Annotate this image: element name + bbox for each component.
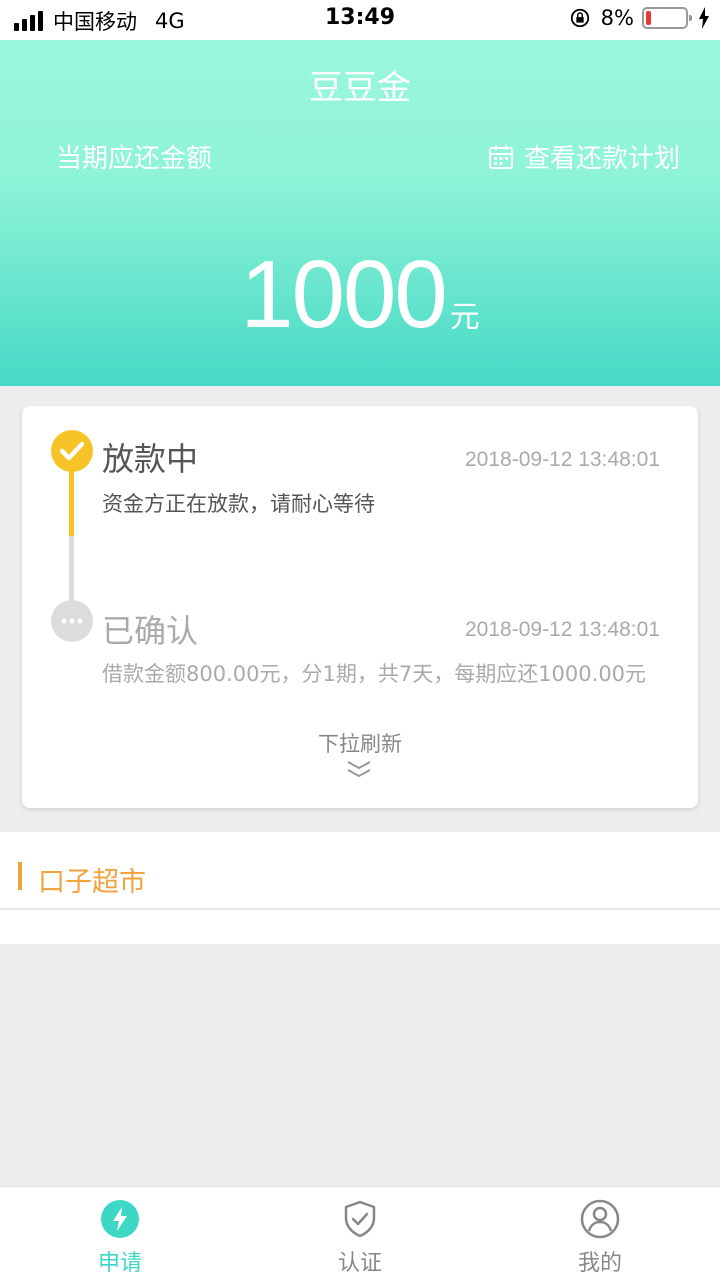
repayment-header: 豆豆金 当期应还金额 查看还款计划 1000 元 <box>0 40 720 386</box>
step-title: 已确认 <box>102 612 199 650</box>
step-status-dot-done <box>51 600 93 642</box>
due-amount-unit: 元 <box>449 300 480 335</box>
step-description: 借款金额800.00元，分1期，共7天，每期应还1000.00元 <box>102 662 647 686</box>
tab-verify[interactable]: 认证 <box>240 1187 480 1280</box>
loan-market-section: 口子超市 <box>0 832 720 944</box>
battery-percent: 8% <box>600 6 634 30</box>
tab-mine[interactable]: 我的 <box>480 1187 720 1280</box>
user-icon <box>580 1199 620 1239</box>
lightning-icon <box>101 1200 139 1238</box>
pull-to-refresh-hint: 下拉刷新 <box>318 732 402 756</box>
timeline-line-active <box>69 470 74 536</box>
due-amount-value: 1000 <box>240 241 448 348</box>
bottom-tab-bar: 申请 认证 我的 <box>0 1186 720 1280</box>
charging-bolt-icon <box>699 7 709 29</box>
plan-link-label: 查看还款计划 <box>523 144 680 174</box>
timeline-line <box>69 536 74 602</box>
shield-check-icon <box>344 1200 376 1238</box>
rotation-lock-icon <box>570 8 589 28</box>
due-amount-label: 当期应还金额 <box>56 144 213 174</box>
loan-status-card: 放款中 2018-09-12 13:48:01 资金方正在放款，请耐心等待 已确… <box>22 406 698 808</box>
tab-label: 我的 <box>577 1251 622 1276</box>
section-title: 口子超市 <box>38 867 146 898</box>
tab-label: 认证 <box>337 1251 382 1276</box>
step-title: 放款中 <box>102 440 199 478</box>
tab-label: 申请 <box>97 1251 142 1276</box>
more-dots-icon <box>61 618 83 624</box>
calendar-icon <box>488 144 513 169</box>
section-accent-bar <box>18 862 22 890</box>
step-description: 资金方正在放款，请耐心等待 <box>102 492 375 516</box>
battery-icon <box>642 7 692 29</box>
step-time: 2018-09-12 13:48:01 <box>465 618 660 641</box>
step-time: 2018-09-12 13:48:01 <box>465 448 660 471</box>
status-bar: 中国移动 4G 13:49 8% <box>0 0 720 40</box>
status-right: 8% <box>569 6 710 30</box>
view-repayment-plan-link[interactable]: 查看还款计划 <box>488 138 680 175</box>
due-amount: 1000 元 <box>0 240 720 350</box>
double-chevron-down-icon <box>347 761 371 778</box>
check-icon <box>59 441 85 461</box>
app-title: 豆豆金 <box>309 68 411 108</box>
tab-apply[interactable]: 申请 <box>0 1187 240 1280</box>
divider <box>0 908 720 910</box>
step-status-dot-active <box>51 430 93 472</box>
